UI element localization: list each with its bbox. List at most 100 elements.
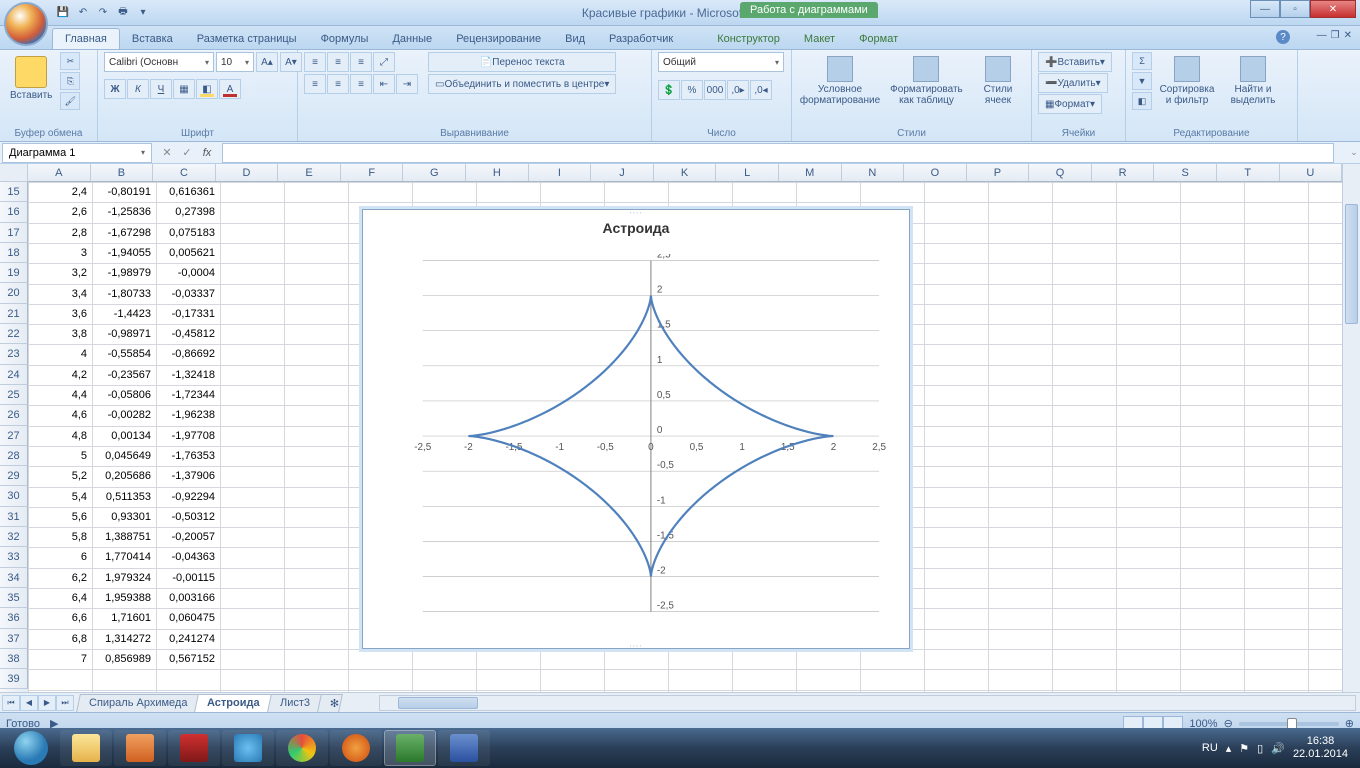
- wrap-text-button[interactable]: 📄 Перенос текста: [428, 52, 616, 72]
- tab-developer[interactable]: Разработчик: [597, 29, 685, 49]
- insert-function-icon[interactable]: fx: [198, 144, 216, 162]
- cell[interactable]: 0,060475: [156, 608, 218, 628]
- column-header[interactable]: F: [341, 164, 404, 181]
- column-header[interactable]: E: [278, 164, 341, 181]
- cell[interactable]: -1,37906: [156, 466, 218, 486]
- row-header[interactable]: 18: [0, 243, 28, 263]
- help-icon[interactable]: ?: [1276, 30, 1290, 44]
- border-button[interactable]: ▦: [173, 79, 195, 99]
- align-top-icon[interactable]: ≡: [304, 52, 326, 72]
- column-header[interactable]: G: [403, 164, 466, 181]
- sheet-nav-prev-icon[interactable]: ◀: [20, 695, 38, 711]
- font-size-combo[interactable]: 10: [216, 52, 254, 72]
- tray-chevron-icon[interactable]: ▴: [1226, 742, 1232, 755]
- cell[interactable]: 6,4: [28, 588, 90, 608]
- align-center-icon[interactable]: ≡: [327, 74, 349, 94]
- taskbar-kaspersky[interactable]: [168, 730, 220, 766]
- cell[interactable]: 5: [28, 446, 90, 466]
- cell[interactable]: -1,67298: [92, 223, 154, 243]
- merge-center-button[interactable]: ▭ Объединить и поместить в центре ▾: [428, 74, 616, 94]
- row-header[interactable]: 22: [0, 324, 28, 344]
- office-button[interactable]: [4, 2, 48, 46]
- taskbar-word[interactable]: [438, 730, 490, 766]
- cell[interactable]: 2,4: [28, 182, 90, 202]
- cell[interactable]: 0,00134: [92, 426, 154, 446]
- taskbar-firefox[interactable]: [330, 730, 382, 766]
- row-header[interactable]: 15: [0, 182, 28, 202]
- cell[interactable]: -1,98979: [92, 263, 154, 283]
- close-button[interactable]: ✕: [1310, 0, 1356, 18]
- cut-icon[interactable]: ✂: [60, 52, 80, 70]
- format-painter-icon[interactable]: 🖌: [60, 92, 80, 110]
- cell[interactable]: 0,045649: [92, 446, 154, 466]
- increase-indent-icon[interactable]: ⇥: [396, 74, 418, 94]
- tab-review[interactable]: Рецензирование: [444, 29, 553, 49]
- cell[interactable]: -1,97708: [156, 426, 218, 446]
- cell[interactable]: 4,2: [28, 365, 90, 385]
- tab-chart-layout[interactable]: Макет: [792, 29, 847, 49]
- cell[interactable]: 6,2: [28, 568, 90, 588]
- currency-icon[interactable]: 💲: [658, 80, 680, 100]
- column-header[interactable]: L: [716, 164, 779, 181]
- row-header[interactable]: 20: [0, 283, 28, 303]
- italic-button[interactable]: К: [127, 79, 149, 99]
- column-header[interactable]: M: [779, 164, 842, 181]
- column-header[interactable]: N: [842, 164, 905, 181]
- save-icon[interactable]: 💾: [54, 4, 72, 22]
- cell[interactable]: -0,20057: [156, 527, 218, 547]
- cell[interactable]: -0,23567: [92, 365, 154, 385]
- row-header[interactable]: 33: [0, 547, 28, 567]
- row-header[interactable]: 31: [0, 507, 28, 527]
- percent-icon[interactable]: %: [681, 80, 703, 100]
- decrease-indent-icon[interactable]: ⇤: [373, 74, 395, 94]
- print-icon[interactable]: 🖶: [114, 4, 132, 22]
- cell[interactable]: -1,94055: [92, 243, 154, 263]
- cell[interactable]: 0,616361: [156, 182, 218, 202]
- align-bottom-icon[interactable]: ≡: [350, 52, 372, 72]
- increase-font-icon[interactable]: A▴: [256, 52, 278, 72]
- cell[interactable]: 6: [28, 547, 90, 567]
- cell[interactable]: -0,00115: [156, 568, 218, 588]
- zoom-slider[interactable]: [1239, 722, 1339, 726]
- row-header[interactable]: 32: [0, 527, 28, 547]
- row-header[interactable]: 29: [0, 466, 28, 486]
- cell[interactable]: 1,388751: [92, 527, 154, 547]
- chart-plot-area[interactable]: -2,5-2-1,5-1-0,500,511,522,5-2,5-2-1,5-1…: [393, 254, 889, 632]
- column-header[interactable]: R: [1092, 164, 1155, 181]
- row-header[interactable]: 37: [0, 629, 28, 649]
- cell[interactable]: 1,71601: [92, 608, 154, 628]
- tab-home[interactable]: Главная: [52, 28, 120, 49]
- cell[interactable]: 0,567152: [156, 649, 218, 669]
- cell[interactable]: 5,4: [28, 487, 90, 507]
- fill-icon[interactable]: ▼: [1132, 72, 1152, 90]
- clear-icon[interactable]: ◧: [1132, 92, 1152, 110]
- cell[interactable]: -1,80733: [92, 284, 154, 304]
- cell[interactable]: 2,8: [28, 223, 90, 243]
- cell[interactable]: 3,6: [28, 304, 90, 324]
- taskbar-ie[interactable]: [222, 730, 274, 766]
- font-color-button[interactable]: A: [219, 79, 241, 99]
- align-left-icon[interactable]: ≡: [304, 74, 326, 94]
- row-header[interactable]: 25: [0, 385, 28, 405]
- cell[interactable]: 0,005621: [156, 243, 218, 263]
- row-header[interactable]: 21: [0, 304, 28, 324]
- cell[interactable]: 1,979324: [92, 568, 154, 588]
- column-header[interactable]: C: [153, 164, 216, 181]
- cell[interactable]: 5,8: [28, 527, 90, 547]
- cell[interactable]: -0,50312: [156, 507, 218, 527]
- cell[interactable]: 1,770414: [92, 547, 154, 567]
- delete-cells-button[interactable]: ➖ Удалить ▾: [1038, 73, 1108, 93]
- underline-button[interactable]: Ч: [150, 79, 172, 99]
- column-header[interactable]: U: [1280, 164, 1343, 181]
- tab-insert[interactable]: Вставка: [120, 29, 185, 49]
- cancel-formula-icon[interactable]: ✕: [158, 144, 176, 162]
- cell[interactable]: 3,8: [28, 324, 90, 344]
- tray-flag-icon[interactable]: ⚑: [1239, 742, 1249, 755]
- cell[interactable]: -1,76353: [156, 446, 218, 466]
- comma-icon[interactable]: 000: [704, 80, 726, 100]
- tab-formulas[interactable]: Формулы: [309, 29, 381, 49]
- copy-icon[interactable]: ⎘: [60, 72, 80, 90]
- cell[interactable]: 3: [28, 243, 90, 263]
- sheet-nav-next-icon[interactable]: ▶: [38, 695, 56, 711]
- cell[interactable]: -0,03337: [156, 284, 218, 304]
